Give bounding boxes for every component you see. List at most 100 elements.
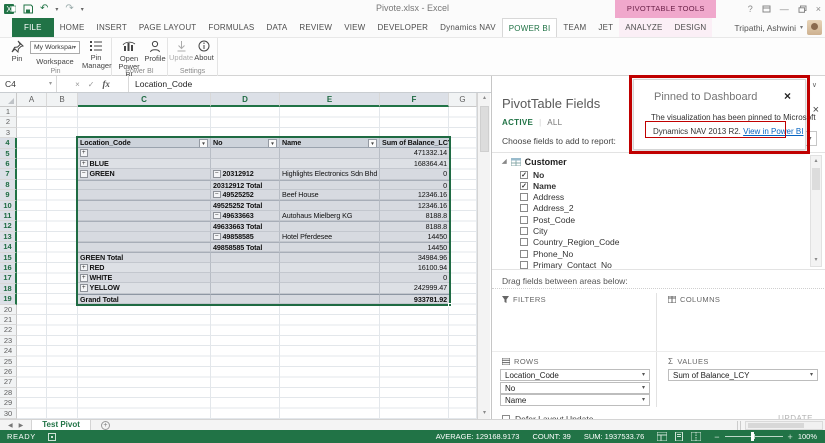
vertical-scrollbar[interactable]: ▴ ▾: [477, 93, 490, 419]
rows-chip-Location_Code[interactable]: ▾Location_Code: [500, 369, 650, 381]
pivot-cell-r17-e[interactable]: [280, 273, 380, 283]
update-button[interactable]: Update: [169, 40, 193, 62]
zoom-out-icon[interactable]: −: [714, 432, 719, 442]
new-sheet-icon[interactable]: +: [101, 421, 110, 430]
pivot-cell-r4-e[interactable]: Name▾: [280, 138, 380, 148]
pivot-cell-r6-e[interactable]: [280, 159, 380, 169]
field-item-Name[interactable]: ✓Name: [520, 180, 556, 191]
about-button[interactable]: About: [193, 40, 215, 62]
pivot-cell-r10-d[interactable]: 49525252 Total: [211, 200, 280, 210]
select-all-corner[interactable]: [0, 93, 17, 107]
pivot-cell-r10-c[interactable]: [78, 200, 211, 210]
expand-icon[interactable]: +: [80, 264, 88, 272]
pivot-cell-r11-d[interactable]: −49633663: [211, 211, 280, 221]
collapse-icon[interactable]: −: [213, 170, 221, 178]
ribbon-tab-review[interactable]: REVIEW: [293, 18, 338, 37]
field-checkbox-Primary_Contact_No[interactable]: [520, 261, 528, 269]
pivot-cell-r17-d[interactable]: [211, 273, 280, 283]
close-icon[interactable]: ×: [816, 2, 821, 16]
ribbon-tab-design[interactable]: DESIGN: [669, 18, 713, 37]
field-checkbox-City[interactable]: [520, 227, 528, 235]
ribbon-tab-jet[interactable]: JET: [592, 18, 619, 37]
scrollbar-split-handle[interactable]: [737, 421, 741, 430]
row-header-9[interactable]: 9: [0, 190, 17, 200]
pivot-cell-r18-f[interactable]: 242999.47: [380, 283, 449, 293]
ribbon-tab-formulas[interactable]: FORMULAS: [202, 18, 260, 37]
expand-icon[interactable]: +: [80, 274, 88, 282]
filter-dropdown-icon[interactable]: ▾: [199, 139, 208, 148]
row-header-16[interactable]: 16: [0, 263, 17, 273]
row-header-24[interactable]: 24: [0, 346, 17, 356]
row-header-20[interactable]: 20: [0, 305, 17, 315]
pin-manager-button[interactable]: Pin Manager: [82, 40, 110, 70]
collapse-icon[interactable]: −: [213, 191, 221, 199]
profile-button[interactable]: Profile: [144, 40, 166, 63]
field-list-scrollbar-thumb[interactable]: [812, 168, 820, 190]
row-header-3[interactable]: 3: [0, 128, 17, 138]
field-item-Country_Region_Code[interactable]: Country_Region_Code: [520, 237, 619, 248]
pivot-cell-r17-c[interactable]: +WHITE: [78, 273, 211, 283]
column-header-F[interactable]: F: [380, 93, 449, 107]
collapse-icon[interactable]: −: [213, 212, 221, 220]
pivot-cell-r19-f[interactable]: 933781.92: [380, 294, 449, 304]
row-header-1[interactable]: 1: [0, 107, 17, 117]
vertical-scrollbar-thumb[interactable]: [480, 106, 489, 152]
pivot-cell-r11-c[interactable]: [78, 211, 211, 221]
account-area[interactable]: Tripathi, Ashwini ▾: [734, 18, 822, 37]
help-icon[interactable]: ?: [748, 2, 753, 16]
pivot-cell-r4-c[interactable]: Location_Code▾: [78, 138, 211, 148]
expand-icon[interactable]: +: [80, 149, 88, 157]
pivot-cell-r18-c[interactable]: +YELLOW: [78, 283, 211, 293]
pivot-cell-r6-f[interactable]: 168364.41: [380, 159, 449, 169]
list-scroll-down-icon[interactable]: ▾: [811, 255, 821, 266]
view-in-powerbi-link[interactable]: View in Power BI: [743, 127, 803, 136]
page-break-view-icon[interactable]: [691, 432, 701, 441]
field-checkbox-Address[interactable]: [520, 193, 528, 201]
column-header-E[interactable]: E: [280, 93, 380, 107]
chip-dropdown-icon[interactable]: ▾: [642, 383, 645, 394]
field-item-Primary_Contact_No[interactable]: Primary_Contact_No: [520, 259, 612, 270]
chip-dropdown-icon[interactable]: ▾: [810, 370, 813, 381]
normal-view-icon[interactable]: [657, 432, 667, 441]
collapse-icon[interactable]: −: [80, 170, 88, 178]
horizontal-scrollbar[interactable]: [745, 421, 823, 430]
column-header-G[interactable]: G: [449, 93, 477, 107]
row-header-19[interactable]: 19: [0, 294, 17, 304]
workspace-combobox[interactable]: My Workspace ▾: [30, 41, 80, 54]
row-header-21[interactable]: 21: [0, 315, 17, 325]
field-item-Post_Code[interactable]: Post_Code: [520, 214, 575, 225]
pivot-cell-r9-d[interactable]: −49525252: [211, 190, 280, 200]
expand-icon[interactable]: +: [80, 284, 88, 292]
pivot-cell-r15-f[interactable]: 34984.96: [380, 252, 449, 262]
pivot-cell-r15-e[interactable]: [280, 252, 380, 262]
pivot-cell-r13-f[interactable]: 14450: [380, 232, 449, 242]
pivot-cell-r16-e[interactable]: [280, 263, 380, 273]
column-header-B[interactable]: B: [47, 93, 78, 107]
field-list-scrollbar[interactable]: ▴ ▾: [810, 155, 822, 267]
pivot-cell-r12-e[interactable]: [280, 221, 380, 231]
scroll-down-icon[interactable]: ▾: [478, 408, 491, 419]
chip-dropdown-icon[interactable]: ▾: [642, 395, 645, 406]
pivot-cell-r18-d[interactable]: [211, 283, 280, 293]
row-header-17[interactable]: 17: [0, 273, 17, 283]
row-header-23[interactable]: 23: [0, 336, 17, 346]
pin-button[interactable]: Pin: [4, 40, 30, 63]
zoom-slider-thumb[interactable]: [751, 432, 754, 441]
pivot-cell-r8-f[interactable]: 0: [380, 180, 449, 190]
row-header-4[interactable]: 4: [0, 138, 17, 148]
pivot-cell-r17-f[interactable]: 0: [380, 273, 449, 283]
pivot-cell-r13-c[interactable]: [78, 232, 211, 242]
field-checkbox-Country_Region_Code[interactable]: [520, 238, 528, 246]
ribbon-tab-power-bi[interactable]: POWER BI: [502, 18, 558, 37]
row-header-11[interactable]: 11: [0, 211, 17, 221]
row-header-5[interactable]: 5: [0, 149, 17, 159]
ribbon-tab-insert[interactable]: INSERT: [91, 18, 133, 37]
row-header-28[interactable]: 28: [0, 388, 17, 398]
field-checkbox-Phone_No[interactable]: [520, 250, 528, 258]
pivot-cell-r13-d[interactable]: −49858585: [211, 232, 280, 242]
qat-customize-icon[interactable]: ▾: [81, 6, 84, 13]
prev-sheet-icon[interactable]: ◀: [8, 422, 13, 429]
field-checkbox-Address_2[interactable]: [520, 204, 528, 212]
enter-icon[interactable]: ✓: [88, 80, 95, 89]
pivot-cell-r8-c[interactable]: [78, 180, 211, 190]
